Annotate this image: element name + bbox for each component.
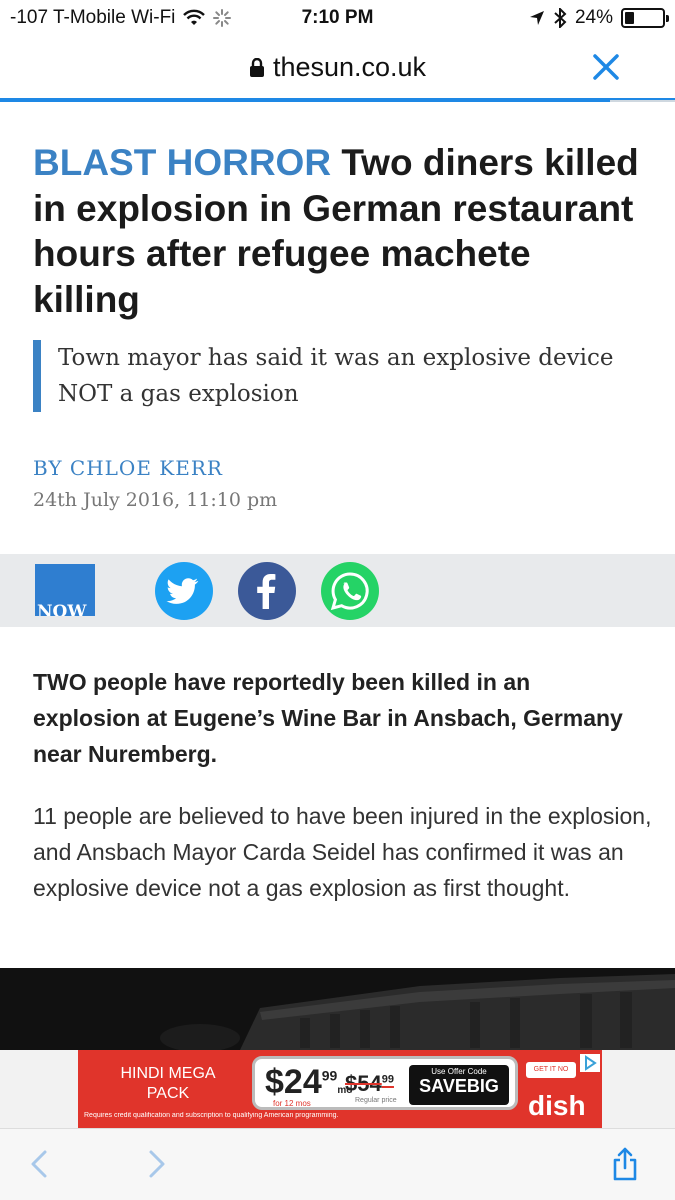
now-share-button[interactable]: NOW	[35, 564, 95, 616]
share-icon[interactable]	[608, 1147, 642, 1181]
ad-price-main: $2499mo	[265, 1063, 353, 1101]
dish-advertisement[interactable]: HINDI MEGA PACK $2499mo for 12 mos $5499…	[78, 1050, 602, 1128]
lock-icon	[249, 57, 264, 77]
ad-brand-logo: dish	[528, 1090, 586, 1121]
whatsapp-share-button[interactable]	[321, 562, 379, 620]
article-photo	[0, 968, 675, 1050]
twitter-share-button[interactable]	[155, 562, 213, 620]
article-paragraph: 11 people are believed to have been inju…	[33, 803, 652, 901]
publish-date: 24th July 2016, 11:10 pm	[33, 489, 278, 511]
adchoices-icon[interactable]	[580, 1054, 600, 1072]
ad-cta-button[interactable]: GET IT NO	[526, 1062, 576, 1078]
ad-fine-print: Requires credit qualification and subscr…	[84, 1112, 339, 1119]
author-byline[interactable]: BY CHLOE KERR	[33, 456, 223, 480]
back-arrow-icon[interactable]	[24, 1147, 58, 1181]
forward-arrow-icon[interactable]	[138, 1147, 172, 1181]
article-headline: BLAST HORROR Two diners killed in explos…	[33, 140, 643, 322]
location-arrow-icon	[529, 11, 544, 25]
ad-price-main-note: for 12 mos	[273, 1099, 311, 1108]
article-standfirst: Town mayor has said it was an explosive …	[33, 340, 643, 412]
ad-price-regular-note: Regular price	[355, 1097, 397, 1104]
night-building-image	[0, 968, 675, 1050]
share-bar: NOW	[0, 554, 675, 627]
now-label: NOW	[37, 602, 87, 616]
facebook-icon	[257, 574, 276, 609]
ad-offer-label: Use Offer Code	[431, 1067, 487, 1076]
ad-offer-code-box: Use Offer Code SAVEBIG	[409, 1065, 509, 1105]
status-bar: -107 T-Mobile Wi-Fi 7:10 PM 24%	[0, 0, 675, 36]
facebook-share-button[interactable]	[238, 562, 296, 620]
ad-title: HINDI MEGA PACK	[120, 1065, 216, 1102]
article-lead-paragraph: TWO people have reportedly been killed i…	[33, 669, 623, 767]
whatsapp-icon	[330, 572, 369, 611]
headline-kicker: BLAST HORROR	[33, 142, 332, 183]
battery-percent: 24%	[574, 7, 613, 28]
url-text: thesun.co.uk	[272, 52, 427, 82]
status-right: 24%	[529, 7, 669, 29]
close-icon[interactable]	[589, 50, 623, 84]
page-load-progress	[0, 98, 610, 102]
ad-price-box: $2499mo for 12 mos $5499 Regular price U…	[252, 1056, 518, 1110]
page-load-track	[610, 100, 675, 102]
bluetooth-icon	[554, 8, 567, 28]
address-field[interactable]: thesun.co.uk	[0, 52, 675, 83]
ad-price-regular: $5499	[345, 1071, 394, 1096]
advertisement-band: HINDI MEGA PACK $2499mo for 12 mos $5499…	[0, 1050, 675, 1128]
battery-icon	[621, 8, 669, 28]
twitter-icon	[166, 578, 199, 604]
browser-url-bar: thesun.co.uk	[0, 36, 675, 102]
battery-level	[625, 12, 634, 24]
browser-toolbar	[0, 1128, 675, 1200]
ad-offer-code: SAVEBIG	[419, 1076, 499, 1096]
